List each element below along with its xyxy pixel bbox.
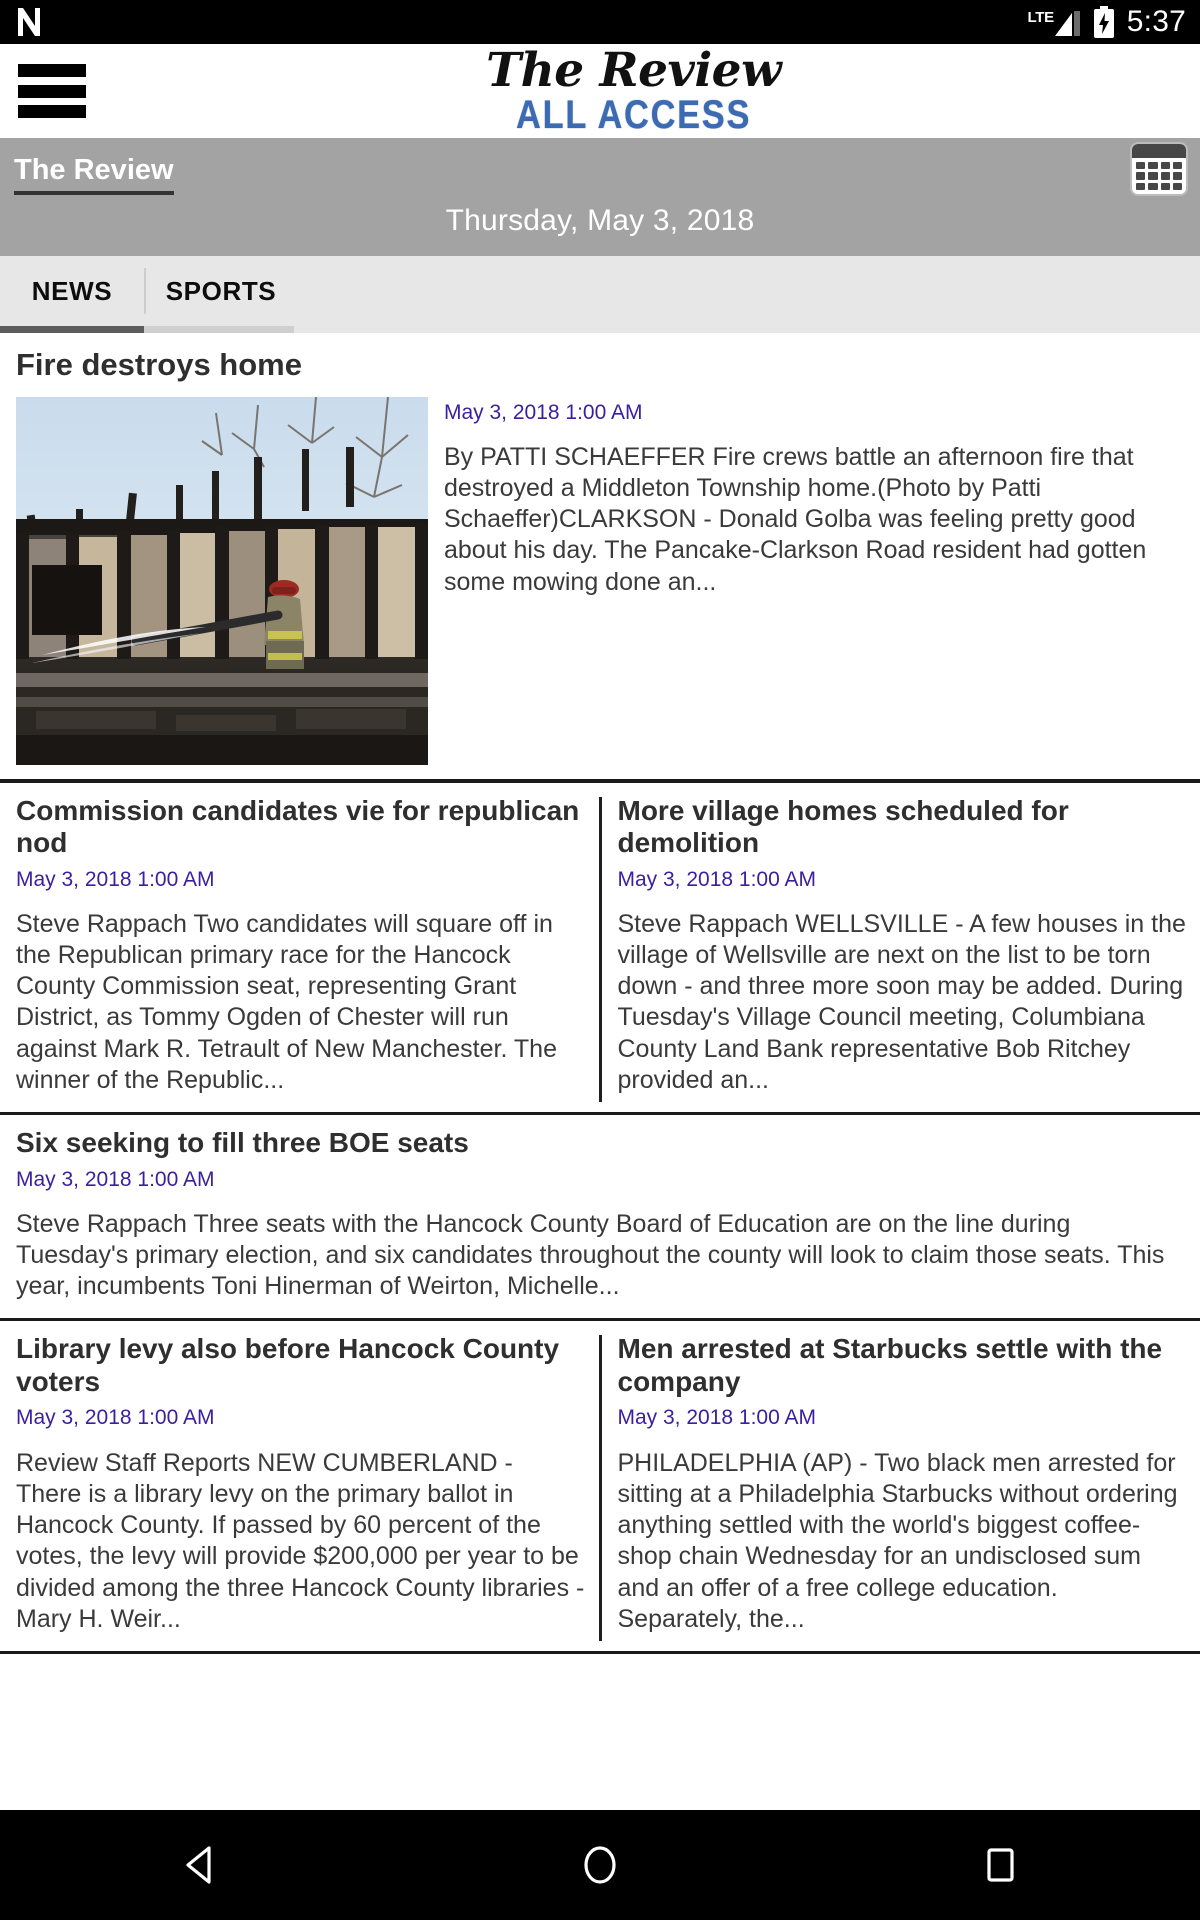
current-date: Thursday, May 3, 2018 — [445, 204, 755, 237]
hamburger-bar — [18, 64, 86, 77]
calendar-icon[interactable] — [1130, 142, 1188, 196]
signal-bars-icon — [1054, 9, 1081, 37]
article-timestamp: May 3, 2018 1:00 AM — [16, 867, 215, 891]
article-card-full-width[interactable]: Six seeking to fill three BOE seats May … — [0, 1115, 1200, 1318]
article-summary: Steve Rappach Two candidates will square… — [16, 909, 557, 1094]
netflix-n-icon — [16, 7, 42, 37]
section-divider — [0, 1651, 1200, 1655]
article-card[interactable]: More village homes scheduled for demolit… — [602, 783, 1200, 1113]
article-card[interactable]: Commission candidates vie for republican… — [0, 783, 599, 1113]
tab-news-label: NEWS — [31, 275, 113, 306]
article-timestamp: May 3, 2018 1:00 AM — [617, 1406, 816, 1430]
article-title: More village homes scheduled for demolit… — [617, 794, 1069, 859]
title-bar: The Review Thursday, May 3, 2018 — [0, 138, 1200, 256]
article-row-1: Commission candidates vie for republican… — [0, 783, 1200, 1113]
article-feed: Fire destroys home May 3, 2018 1:00 AM B… — [0, 333, 1200, 1655]
hamburger-menu-icon[interactable] — [18, 64, 86, 118]
site-title: The Review — [14, 156, 174, 195]
back-triangle-icon[interactable] — [140, 1810, 260, 1920]
hero-article-title: Fire destroys home — [16, 347, 302, 382]
article-title: Library levy also before Hancock County … — [16, 1333, 560, 1397]
article-title: Six seeking to fill three BOE seats — [16, 1127, 469, 1159]
hero-article-timestamp: May 3, 2018 1:00 AM — [444, 400, 643, 424]
article-title: Men arrested at Starbucks settle with th… — [617, 1333, 1163, 1397]
calendar-grid — [1132, 158, 1186, 194]
brand-name: The Review — [486, 43, 782, 98]
network-type-label: LTE — [1027, 9, 1054, 26]
hero-article-summary: By PATTI SCHAEFFER Fire crews battle an … — [444, 442, 1147, 596]
tab-indicator-rest — [294, 326, 1200, 333]
brand-tagline: ALL ACCESS — [516, 93, 752, 137]
tab-indicator-inactive — [144, 326, 294, 333]
app-header: The Review ALL ACCESS — [0, 44, 1200, 138]
calendar-header — [1132, 144, 1186, 158]
article-title: Commission candidates vie for republican… — [16, 794, 580, 859]
tab-bar: NEWS SPORTS — [0, 256, 1200, 333]
article-timestamp: May 3, 2018 1:00 AM — [16, 1406, 215, 1430]
status-bar-clock: 5:37 — [1126, 5, 1186, 38]
hamburger-bar — [18, 105, 86, 118]
status-bar-right: LTE 5:37 — [1027, 6, 1186, 38]
article-summary: Steve Rappach Three seats with the Hanco… — [16, 1209, 1165, 1301]
tab-indicator-active — [0, 326, 144, 333]
tab-news[interactable]: NEWS — [0, 256, 144, 326]
app-root: LTE 5:37 The Review ALL ACCESS The Revie… — [0, 0, 1200, 1920]
article-card[interactable]: Library levy also before Hancock County … — [0, 1321, 599, 1651]
article-summary: Review Staff Reports NEW CUMBERLAND - Th… — [16, 1448, 585, 1633]
article-row-2: Library levy also before Hancock County … — [0, 1321, 1200, 1651]
recents-square-icon[interactable] — [940, 1810, 1060, 1920]
android-nav-bar — [0, 1810, 1200, 1920]
article-timestamp: May 3, 2018 1:00 AM — [16, 1167, 215, 1191]
hamburger-bar — [18, 84, 86, 98]
hero-article-image[interactable] — [16, 396, 428, 765]
brand-logo[interactable]: The Review ALL ACCESS — [424, 47, 844, 136]
home-circle-icon[interactable] — [540, 1810, 660, 1920]
article-card[interactable]: Men arrested at Starbucks settle with th… — [602, 1321, 1200, 1651]
status-bar: LTE 5:37 — [0, 0, 1200, 44]
status-bar-left — [16, 7, 42, 37]
date-row: Thursday, May 3, 2018 — [0, 194, 1200, 248]
battery-charging-icon — [1092, 6, 1116, 38]
article-timestamp: May 3, 2018 1:00 AM — [617, 867, 816, 891]
tab-indicator-line — [0, 326, 1200, 333]
tab-sports-label: SPORTS — [165, 275, 277, 306]
article-summary: Steve Rappach WELLSVILLE - A few houses … — [617, 909, 1186, 1094]
signal-indicator: LTE — [1027, 7, 1080, 37]
article-summary: PHILADELPHIA (AP) - Two black men arrest… — [617, 1448, 1178, 1633]
tab-sports[interactable]: SPORTS — [146, 256, 296, 326]
hero-article[interactable]: Fire destroys home May 3, 2018 1:00 AM B… — [0, 333, 1200, 765]
